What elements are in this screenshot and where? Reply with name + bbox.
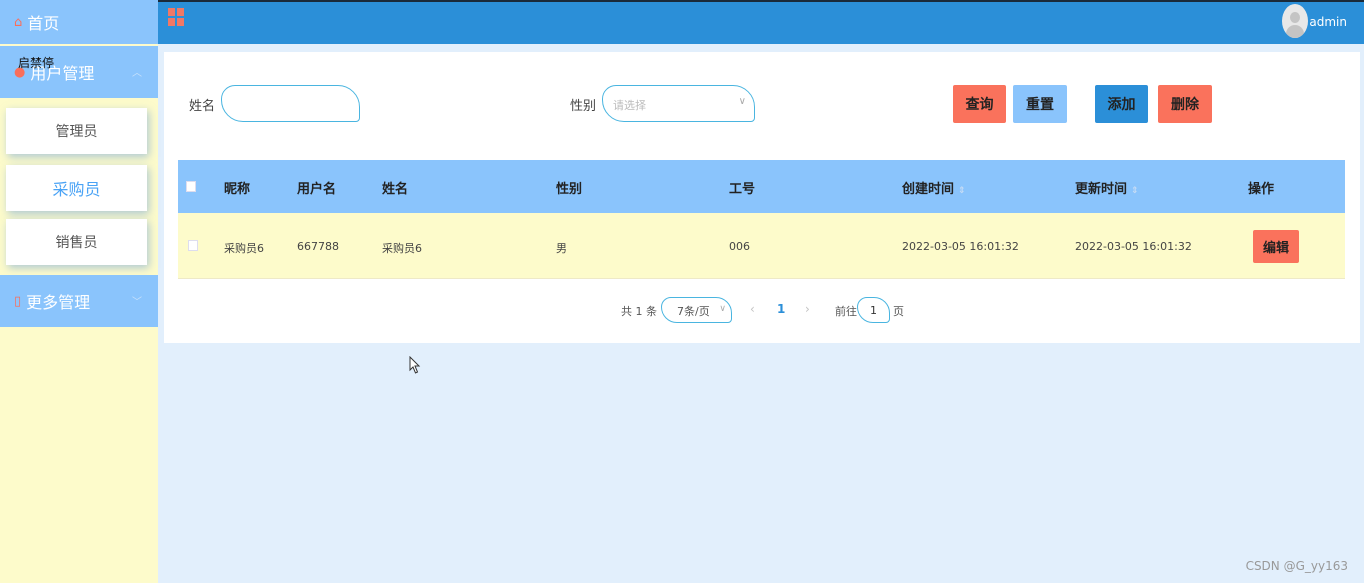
current-page-number[interactable]: 1 <box>777 302 785 316</box>
next-page-icon[interactable]: › <box>805 302 810 316</box>
nav-more-management-label: 更多管理 <box>26 293 91 312</box>
gender-placeholder: 请选择 <box>613 99 646 112</box>
col-created-label: 创建时间 <box>902 182 955 197</box>
goto-label: 前往 <box>835 305 857 318</box>
col-created[interactable]: 创建时间 ⇕ <box>902 178 966 197</box>
table-header: 昵称 用户名 姓名 性别 工号 创建时间 ⇕ 更新时间 ⇕ 操作 <box>178 160 1345 213</box>
cell-nickname: 采购员6 <box>224 242 264 255</box>
watermark: CSDN @G_yy163 <box>1245 559 1348 573</box>
document-icon: ▯ <box>14 293 22 309</box>
nav-more-management[interactable]: ▯ 更多管理 ﹀ <box>0 275 158 327</box>
table-row: 采购员6 667788 采购员6 男 006 2022-03-05 16:01:… <box>178 213 1345 279</box>
chevron-down-icon: ∨ <box>738 96 746 107</box>
sidebar-item-seller[interactable]: 销售员 <box>6 219 147 265</box>
delete-button[interactable]: 删除 <box>1158 85 1212 123</box>
chevron-up-icon: ︿ <box>132 68 142 79</box>
sidebar-item-label: 销售员 <box>55 235 98 251</box>
sort-icon[interactable]: ⇕ <box>1131 186 1139 196</box>
sort-icon[interactable]: ⇕ <box>958 186 966 196</box>
sidebar-item-label: 采购员 <box>52 180 101 199</box>
col-updated[interactable]: 更新时间 ⇕ <box>1075 178 1139 197</box>
col-username: 用户名 <box>297 182 337 197</box>
goto-page-input[interactable]: 1 <box>857 297 890 323</box>
cell-name: 采购员6 <box>382 242 422 255</box>
cell-gender: 男 <box>556 242 567 255</box>
prev-page-icon[interactable]: ‹ <box>750 302 755 316</box>
chevron-down-icon: ﹀ <box>132 297 142 308</box>
cell-username: 667788 <box>297 240 339 253</box>
home-icon: ⌂ <box>14 14 23 30</box>
sidebar-item-buyer[interactable]: 采购员 <box>6 165 147 211</box>
col-name: 姓名 <box>382 182 409 197</box>
pagination-total: 共 1 条 <box>621 305 657 318</box>
col-action: 操作 <box>1248 182 1275 197</box>
col-nickname: 昵称 <box>224 182 251 197</box>
col-job-no: 工号 <box>729 182 756 197</box>
top-header: admin <box>158 0 1364 44</box>
col-gender: 性别 <box>556 182 583 197</box>
chevron-down-icon: ∨ <box>719 304 726 314</box>
cell-created: 2022-03-05 16:01:32 <box>902 240 1019 253</box>
page-size-value: 7条/页 <box>677 305 710 318</box>
avatar[interactable] <box>1282 4 1308 38</box>
col-updated-label: 更新时间 <box>1075 182 1128 197</box>
nav-home[interactable]: ⌂ 首页 <box>0 0 158 44</box>
edit-button[interactable]: 编辑 <box>1253 230 1299 263</box>
admin-name[interactable]: admin <box>1309 15 1347 29</box>
page-size-select[interactable]: 7条/页 ∨ <box>661 297 732 323</box>
select-all-checkbox[interactable] <box>186 181 196 192</box>
add-button[interactable]: 添加 <box>1095 85 1148 123</box>
overlay-text: 启禁停 <box>18 56 55 70</box>
gender-select[interactable]: 请选择 ∨ <box>602 85 755 122</box>
gender-label: 性别 <box>570 99 597 114</box>
name-label: 姓名 <box>189 99 216 114</box>
sidebar-item-admin[interactable]: 管理员 <box>6 108 147 154</box>
nav-home-label: 首页 <box>27 14 60 33</box>
sidebar: ⌂ 首页 ● 用户管理 ︿ 启禁停 管理员 采购员 销售员 ▯ 更多管理 ﹀ <box>0 0 158 583</box>
cell-updated: 2022-03-05 16:01:32 <box>1075 240 1192 253</box>
row-checkbox[interactable] <box>188 240 198 251</box>
sidebar-item-label: 管理员 <box>55 124 98 140</box>
menu-grid-icon[interactable] <box>168 8 184 26</box>
page-suffix: 页 <box>893 305 904 318</box>
reset-button[interactable]: 重置 <box>1013 85 1067 123</box>
cell-job-no: 006 <box>729 240 750 253</box>
name-input[interactable] <box>221 85 360 122</box>
mouse-cursor-icon <box>409 356 421 374</box>
query-button[interactable]: 查询 <box>953 85 1006 123</box>
